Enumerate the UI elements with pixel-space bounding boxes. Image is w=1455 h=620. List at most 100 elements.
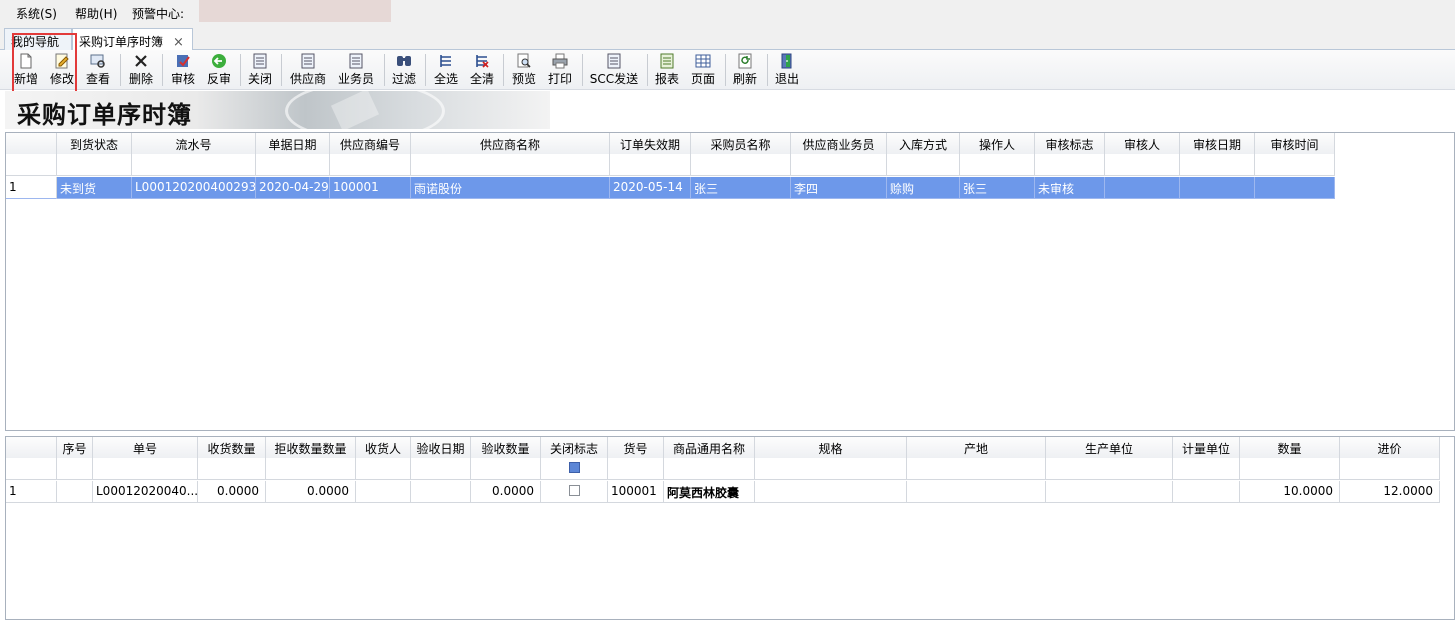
report-button[interactable]: 报表: [652, 52, 682, 88]
column-header[interactable]: 进价: [1340, 437, 1440, 459]
cell-auditor[interactable]: [1105, 177, 1180, 199]
cell-audit-date[interactable]: [1180, 177, 1255, 199]
filter-cell[interactable]: [198, 458, 266, 480]
filter-cell[interactable]: [755, 458, 907, 480]
cell-expiry-date[interactable]: 2020-05-14: [610, 177, 691, 199]
print-button[interactable]: 打印: [545, 52, 575, 88]
column-header[interactable]: 入库方式: [887, 133, 960, 155]
filter-cell[interactable]: [57, 154, 132, 176]
filter-cell[interactable]: [1105, 154, 1180, 176]
cell-doc-date[interactable]: 2020-04-29: [256, 177, 330, 199]
audit-button[interactable]: 审核: [168, 52, 198, 88]
column-header[interactable]: 流水号: [132, 133, 256, 155]
cell-receiver[interactable]: [356, 481, 411, 503]
filter-cell[interactable]: [471, 458, 541, 480]
cell-received-qty[interactable]: 0.0000: [198, 481, 266, 503]
filter-cell[interactable]: [791, 154, 887, 176]
cell-audit-time[interactable]: [1255, 177, 1335, 199]
filter-cell[interactable]: [887, 154, 960, 176]
cell-origin[interactable]: [907, 481, 1046, 503]
filter-cell[interactable]: [266, 458, 356, 480]
filter-cell[interactable]: [93, 458, 198, 480]
filter-cell[interactable]: [411, 458, 471, 480]
column-header[interactable]: 到货状态: [57, 133, 132, 155]
supplier-button[interactable]: 供应商: [287, 52, 329, 88]
cell-inbound-method[interactable]: 赊购: [887, 177, 960, 199]
column-header[interactable]: 拒收数量数量: [266, 437, 356, 459]
clear-all-button[interactable]: 全清: [467, 52, 497, 88]
cell-spec[interactable]: [755, 481, 907, 503]
cell-inspect-qty[interactable]: 0.0000: [471, 481, 541, 503]
filter-cell[interactable]: [356, 458, 411, 480]
column-header[interactable]: 供应商名称: [411, 133, 610, 155]
refresh-button[interactable]: 刷新: [730, 52, 760, 88]
cell-quantity[interactable]: 10.0000: [1240, 481, 1340, 503]
unaudit-button[interactable]: 反审: [204, 52, 234, 88]
filter-cell[interactable]: [960, 154, 1035, 176]
page-button[interactable]: 页面: [688, 52, 718, 88]
column-header[interactable]: 供应商业务员: [791, 133, 887, 155]
filter-cell[interactable]: [132, 154, 256, 176]
filter-cell[interactable]: [57, 458, 93, 480]
column-header[interactable]: 规格: [755, 437, 907, 459]
column-header[interactable]: 单据日期: [256, 133, 330, 155]
cell-serial-no[interactable]: L000120200400293: [132, 177, 256, 199]
filter-cell[interactable]: [1046, 458, 1173, 480]
column-header[interactable]: [6, 133, 57, 155]
column-header[interactable]: 供应商编号: [330, 133, 411, 155]
column-header[interactable]: 产地: [907, 437, 1046, 459]
filter-cell[interactable]: [664, 458, 755, 480]
cell-manufacturer[interactable]: [1046, 481, 1173, 503]
cell-rejected-qty[interactable]: 0.0000: [266, 481, 356, 503]
cell-supplier-name[interactable]: 雨诺股份: [411, 177, 610, 199]
column-header[interactable]: 验收日期: [411, 437, 471, 459]
cell-operator[interactable]: 张三: [960, 177, 1035, 199]
filter-cell[interactable]: [1035, 154, 1105, 176]
close-flag-checkbox[interactable]: [568, 485, 580, 496]
filter-cell[interactable]: [541, 458, 608, 480]
cell-product-name[interactable]: 阿莫西林胶囊: [664, 481, 755, 503]
column-header[interactable]: 关闭标志: [541, 437, 608, 459]
close-doc-button[interactable]: 关闭: [245, 52, 275, 88]
cell-supplier-code[interactable]: 100001: [330, 177, 411, 199]
cell-audit-flag[interactable]: 未审核: [1035, 177, 1105, 199]
column-header[interactable]: 审核时间: [1255, 133, 1335, 155]
filter-cell[interactable]: [1240, 458, 1340, 480]
cell-close-flag[interactable]: [541, 481, 608, 503]
column-header[interactable]: 计量单位: [1173, 437, 1240, 459]
alert-center-field[interactable]: [199, 0, 391, 22]
cell-price[interactable]: 12.0000: [1340, 481, 1440, 503]
column-header[interactable]: 货号: [608, 437, 664, 459]
table-row[interactable]: 1 未到货 L000120200400293 2020-04-29 100001…: [6, 177, 1336, 199]
cell-unit[interactable]: [1173, 481, 1240, 503]
cell-arrival-status[interactable]: 未到货: [57, 177, 132, 199]
cell-item-code[interactable]: 100001: [608, 481, 664, 503]
column-header[interactable]: 生产单位: [1046, 437, 1173, 459]
cell-seq[interactable]: [57, 481, 93, 503]
close-icon[interactable]: ×: [173, 35, 184, 50]
cell-supplier-salesman[interactable]: 李四: [791, 177, 887, 199]
menu-system[interactable]: 系统(S): [16, 5, 57, 22]
filter-cell[interactable]: [330, 154, 411, 176]
column-header[interactable]: 审核人: [1105, 133, 1180, 155]
filter-cell[interactable]: [1340, 458, 1440, 480]
column-header[interactable]: 采购员名称: [691, 133, 791, 155]
cell-buyer[interactable]: 张三: [691, 177, 791, 199]
filter-cell[interactable]: [411, 154, 610, 176]
column-header[interactable]: 审核标志: [1035, 133, 1105, 155]
cell-inspect-date[interactable]: [411, 481, 471, 503]
column-header[interactable]: 验收数量: [471, 437, 541, 459]
column-header[interactable]: 单号: [93, 437, 198, 459]
filter-cell[interactable]: [1180, 154, 1255, 176]
delete-button[interactable]: 删除: [126, 52, 156, 88]
tab-purchase-order-list[interactable]: 采购订单序时簿 ×: [72, 28, 193, 51]
filter-button[interactable]: 过滤: [389, 52, 419, 88]
column-header[interactable]: 序号: [57, 437, 93, 459]
column-header[interactable]: [6, 437, 57, 459]
select-all-button[interactable]: 全选: [431, 52, 461, 88]
column-header[interactable]: 数量: [1240, 437, 1340, 459]
filter-cell[interactable]: [1255, 154, 1335, 176]
filter-cell[interactable]: [907, 458, 1046, 480]
column-header[interactable]: 订单失效期: [610, 133, 691, 155]
salesman-button[interactable]: 业务员: [335, 52, 377, 88]
